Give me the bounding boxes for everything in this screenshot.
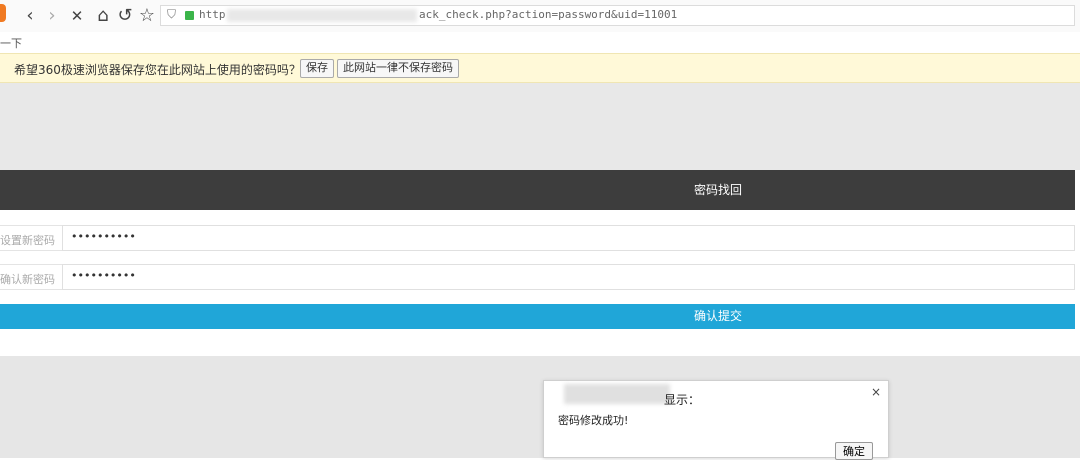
- submit-button[interactable]: 确认提交: [0, 304, 1075, 329]
- alert-dialog: 显示： × 密码修改成功! 确定: [543, 380, 889, 460]
- save-password-button[interactable]: 保存: [300, 59, 334, 78]
- shield-icon: ⛉: [167, 7, 177, 21]
- page-title: 密码找回: [694, 183, 743, 197]
- address-bar[interactable]: ⛉ http ack_check.php?action=password&uid…: [160, 5, 1075, 26]
- close-icon[interactable]: ×: [871, 385, 881, 399]
- alert-message: 密码修改成功!: [558, 414, 629, 427]
- lock-icon: [185, 11, 194, 20]
- browser-logo: [0, 4, 6, 22]
- submit-label: 确认提交: [694, 309, 743, 323]
- new-password-label: 设置新密码: [0, 234, 55, 247]
- forward-icon[interactable]: ›: [42, 6, 62, 26]
- reload-icon[interactable]: ↺: [115, 6, 135, 26]
- page-background-bottom: [0, 356, 1080, 458]
- new-password-input[interactable]: ••••••••••: [62, 225, 1075, 251]
- save-password-message: 希望360极速浏览器保存您在此网站上使用的密码吗？: [14, 63, 301, 77]
- alert-ok-button[interactable]: 确定: [835, 442, 873, 460]
- star-icon[interactable]: ☆: [137, 6, 157, 26]
- home-icon[interactable]: ⌂: [93, 6, 113, 26]
- confirm-password-label: 确认新密码: [0, 273, 55, 286]
- save-password-bar: 希望360极速浏览器保存您在此网站上使用的密码吗？ 保存 此网站一律不保存密码: [0, 53, 1080, 83]
- confirm-password-row: 确认新密码 ••••••••••: [0, 264, 1075, 290]
- browser-toolbar: ‹ › ✕ ⌂ ↺ ☆ ⛉ http ack_check.php?action=…: [0, 0, 1080, 32]
- confirm-password-input[interactable]: ••••••••••: [62, 264, 1075, 290]
- alert-title: 显示：: [664, 393, 701, 407]
- url-suffix: ack_check.php?action=password&uid=11001: [419, 8, 678, 21]
- alert-origin-redacted: [564, 384, 670, 404]
- bookmark-text: 一下: [0, 37, 22, 50]
- url-redacted: [227, 9, 417, 22]
- never-save-password-button[interactable]: 此网站一律不保存密码: [337, 59, 459, 78]
- close-icon[interactable]: ✕: [67, 6, 87, 26]
- new-password-row: 设置新密码 ••••••••••: [0, 225, 1075, 251]
- page-background-top: [0, 83, 1080, 170]
- back-icon[interactable]: ‹: [20, 6, 40, 26]
- page-header: 密码找回: [0, 170, 1075, 210]
- url-prefix: http: [199, 8, 226, 21]
